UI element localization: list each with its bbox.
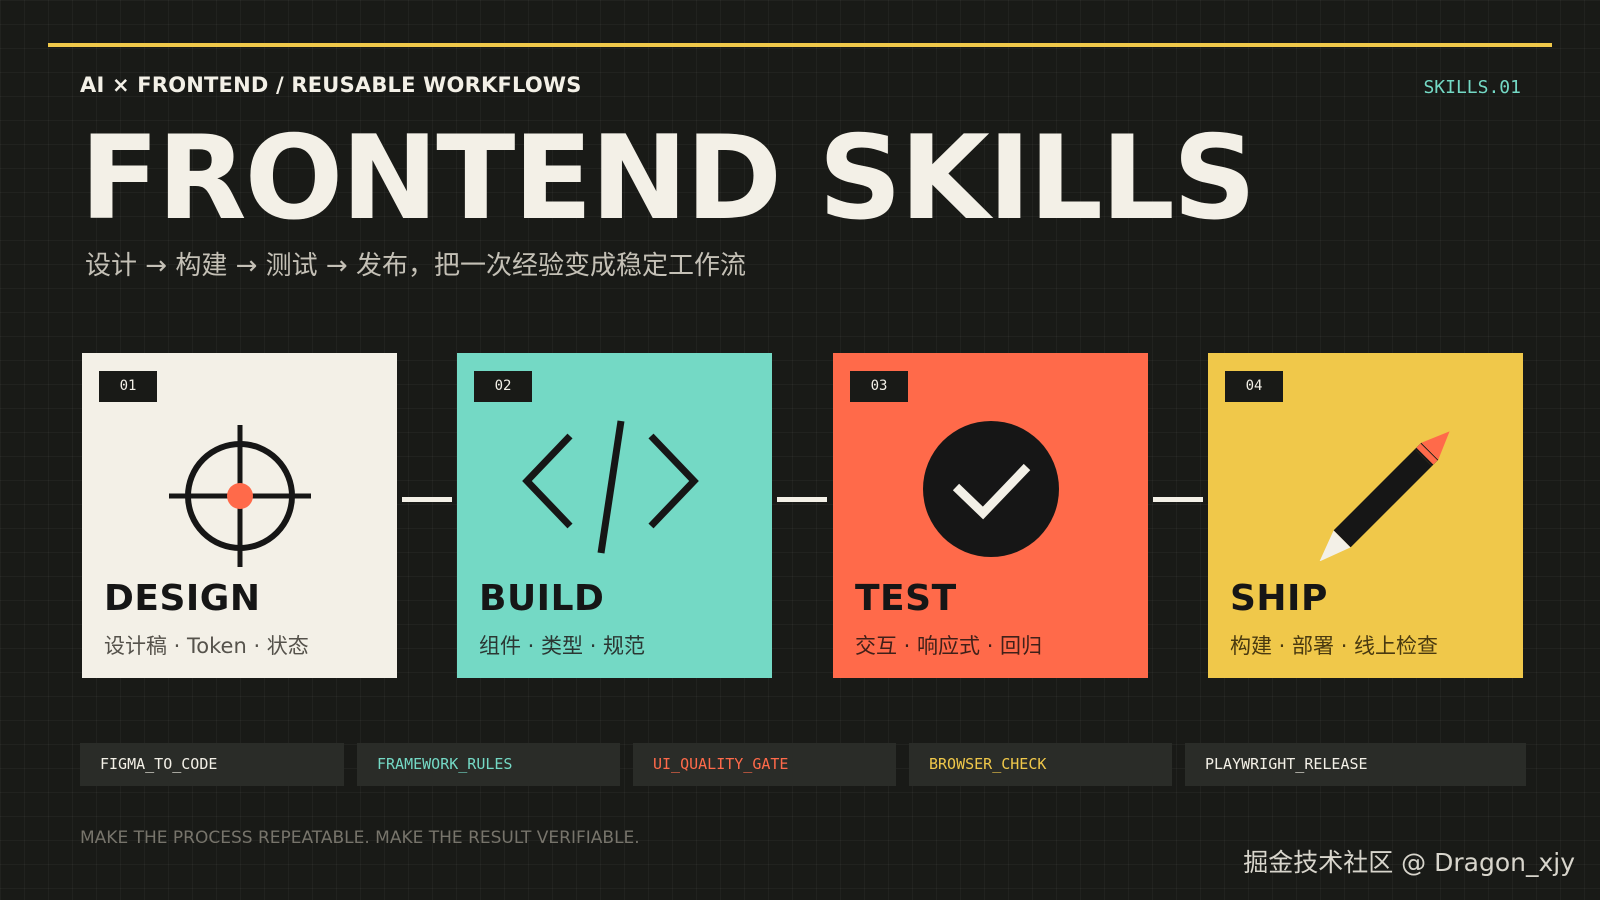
card-design: 01 DESIGN 设计稿 · Token · 状态 [82,353,397,678]
page-subtitle: 设计 → 构建 → 测试 → 发布，把一次经验变成稳定工作流 [85,251,746,281]
chip-playwright-release: PLAYWRIGHT_RELEASE [1185,743,1526,786]
chip-ui-quality-gate: UI_QUALITY_GATE [633,743,896,786]
card-name: TEST [855,578,957,619]
top-rule [48,43,1552,47]
code-brackets-icon [457,411,772,581]
footer-note: MAKE THE PROCESS REPEATABLE. MAKE THE RE… [80,828,640,848]
connector [1153,497,1203,502]
code-tag: SKILLS.01 [1423,77,1521,98]
card-desc: 设计稿 · Token · 状态 [104,634,309,658]
card-number: 03 [850,371,908,402]
card-name: SHIP [1230,578,1328,619]
card-desc: 构建 · 部署 · 线上检查 [1230,634,1439,658]
card-number: 02 [474,371,532,402]
card-desc: 交互 · 响应式 · 回归 [855,634,1043,658]
connector [402,497,452,502]
watermark: 掘金技术社区 @ Dragon_xjy [1243,848,1575,877]
card-test: 03 TEST 交互 · 响应式 · 回归 [833,353,1148,678]
crosshair-icon [82,411,397,581]
chip-framework-rules: FRAMEWORK_RULES [357,743,620,786]
check-circle-icon [833,411,1148,581]
card-name: BUILD [479,578,605,619]
connector [777,497,827,502]
card-desc: 组件 · 类型 · 规范 [479,634,646,658]
kicker: AI × FRONTEND / REUSABLE WORKFLOWS [80,73,582,97]
card-build: 02 BUILD 组件 · 类型 · 规范 [457,353,772,678]
page-title: FRONTEND SKILLS [80,111,1256,246]
pencil-icon [1208,411,1523,581]
card-ship: 04 SHIP 构建 · 部署 · 线上检查 [1208,353,1523,678]
card-name: DESIGN [104,578,261,619]
chip-figma-to-code: FIGMA_TO_CODE [80,743,344,786]
chip-browser-check: BROWSER_CHECK [909,743,1172,786]
card-number: 01 [99,371,157,402]
